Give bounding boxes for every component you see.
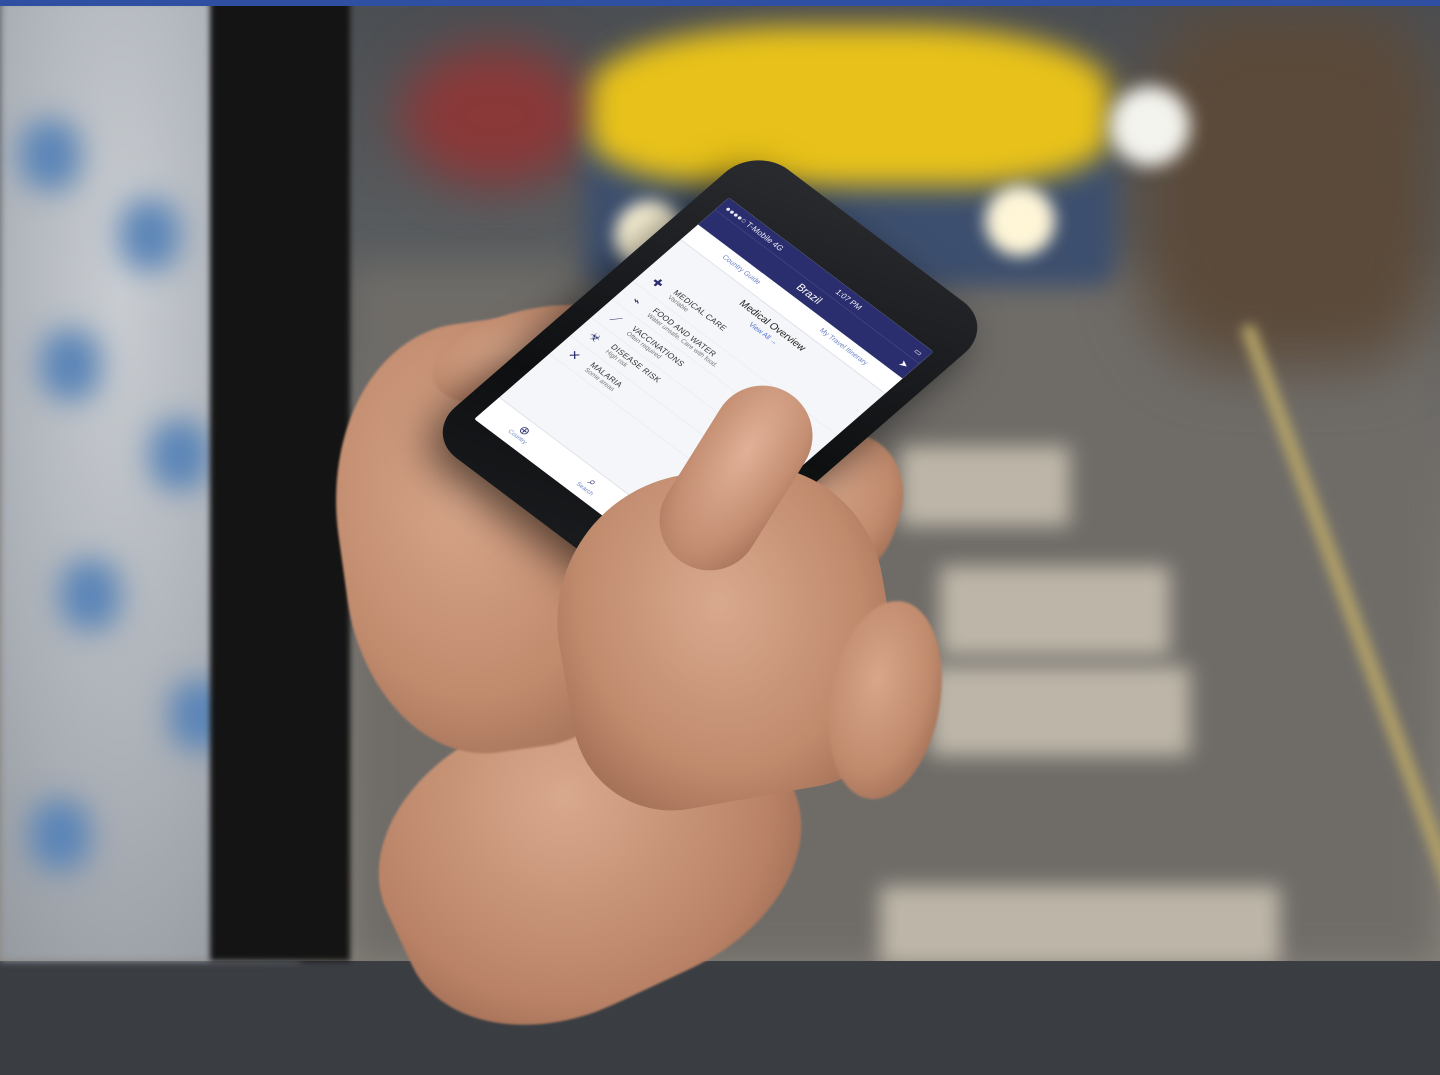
shirt-pattern-dot [150, 420, 210, 490]
mosquito-icon: ✕ [564, 347, 584, 364]
crosswalk-stripe [940, 566, 1170, 656]
person-hair [210, 0, 350, 961]
top-accent-bar [0, 0, 1440, 6]
virus-icon: ☣ [585, 329, 605, 346]
blurred-crowd [1140, 6, 1440, 366]
bus-yellow-roof [590, 26, 1110, 186]
battery-icon: ▭ [912, 346, 926, 358]
share-icon[interactable]: ➤ [891, 355, 915, 375]
street-light [1110, 86, 1190, 166]
crosswalk-stripe [930, 666, 1190, 756]
crosswalk-stripe [880, 886, 1280, 961]
medical-bag-icon: ✚ [648, 275, 668, 291]
shirt-pattern-dot [60, 560, 120, 630]
headlight-right [985, 186, 1055, 256]
shirt-pattern-dot [30, 800, 90, 870]
shirt-pattern-dot [120, 200, 180, 270]
water-tap-icon: ⌁ [628, 294, 646, 308]
blurred-red-car [400, 46, 590, 186]
crosswalk-stripe [900, 446, 1070, 526]
shirt-pattern-dot [40, 330, 100, 400]
shirt-pattern-dot [20, 120, 80, 190]
syringe-icon: ⟋ [607, 311, 625, 327]
globe-icon: ⊕ [515, 422, 534, 439]
